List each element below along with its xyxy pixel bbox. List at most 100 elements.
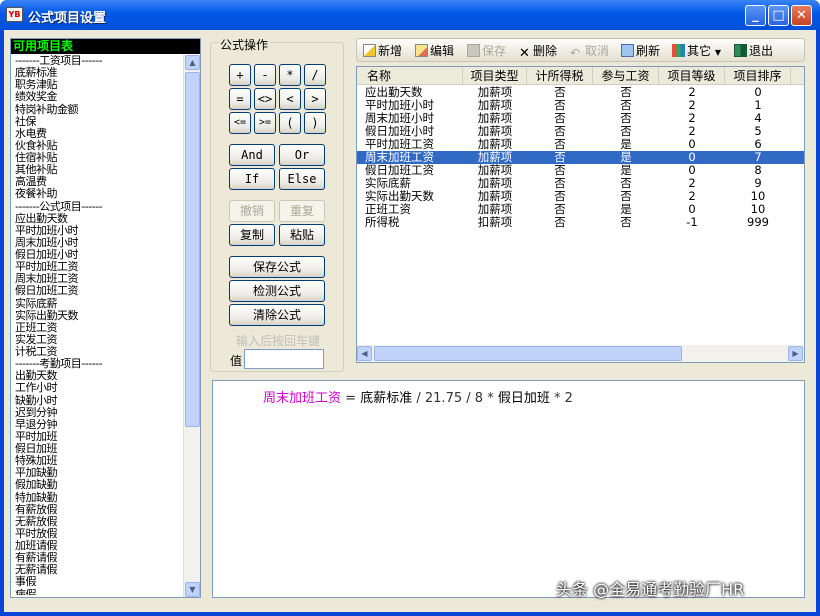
app-icon: YB [6,7,23,22]
op-less-button[interactable]: < [279,88,301,110]
op-rparen-button[interactable]: ) [304,112,326,134]
check-formula-button[interactable]: 检测公式 [229,280,325,302]
value-input[interactable] [244,349,324,369]
edit-label: 编辑 [430,44,455,58]
new-button[interactable]: 新增 [363,43,402,59]
list-item[interactable]: 假加缺勤 [15,479,181,491]
list-item[interactable]: 实际出勤天数 [15,309,181,322]
redo-button[interactable]: 重复 [279,200,325,222]
op-equal-button[interactable]: = [229,88,251,110]
list-item[interactable]: 假日加班工资 [15,285,181,297]
table-cell: -1 [686,215,698,229]
vertical-scrollbar[interactable]: ▲ ▼ [183,55,200,597]
op-notequal-button[interactable]: <> [254,88,276,110]
col-tax-header[interactable]: 计所得税 [527,67,593,85]
chart-icon [672,44,685,57]
formula-op-3: * [487,391,494,406]
else-button[interactable]: Else [279,168,325,190]
list-item[interactable]: 特加缺勤 [15,491,181,504]
op-minus-button[interactable]: - [254,64,276,86]
table-row[interactable]: 所得税 扣薪项 否 否 -1 999 [357,216,804,229]
list-item[interactable]: 病假 [15,588,181,595]
list-item[interactable]: -------公式项目------ [15,200,181,213]
edit-icon [415,44,428,57]
list-item[interactable]: 绩效奖金 [15,91,181,103]
col-salary-header[interactable]: 参与工资 [593,67,659,85]
cancel-button[interactable]: ↶ 取消 [570,43,610,60]
list-item[interactable]: 有薪放假 [15,503,181,516]
refresh-label: 刷新 [636,44,661,58]
maximize-button[interactable]: □ [768,5,789,26]
formula-eq: = [345,391,357,406]
title-bar[interactable]: YB 公式项目设置 _ □ ✕ [0,0,820,30]
chevron-down-icon: ▼ [714,48,721,57]
available-items-list[interactable]: 可用项目表 -------工资项目------ 底薪标准 职务津贴 绩效奖金 特岗补助金… [10,38,201,598]
table-cell: 999 [747,215,769,229]
table-cell: 所得税 [365,215,400,229]
formula-items-table[interactable]: 名称 项目类型 计所得税 参与工资 项目等级 项目排序 应出勤天数 加薪项否否 2 0… [356,66,805,363]
table-row[interactable]: 实际出勤天数 加薪项否否 2 10 [357,190,804,203]
exit-button[interactable]: 退出 [734,43,773,59]
copy-button[interactable]: 复制 [229,224,275,246]
col-level-header[interactable]: 项目等级 [659,67,725,85]
formula-num-1: 21.75 [424,391,463,406]
exit-label: 退出 [749,44,774,58]
op-lparen-button[interactable]: ( [279,112,301,134]
cancel-icon: ↶ [570,46,581,60]
horizontal-scrollbar[interactable]: ◀ ▶ [357,345,804,362]
close-button[interactable]: ✕ [791,5,812,26]
op-plus-button[interactable]: + [229,64,251,86]
table-cell: 扣薪项 [477,215,513,229]
scroll-down-icon[interactable]: ▼ [185,582,200,597]
if-button[interactable]: If [229,168,275,190]
scroll-thumb[interactable] [185,72,200,427]
list-item[interactable]: 事假 [15,576,181,588]
paste-button[interactable]: 粘贴 [279,224,325,246]
list-item[interactable]: 实际底薪 [15,297,181,310]
formula-text[interactable]: 周末加班工资 = 底薪标准 / 21.75 / 8 * 假日加班 * 2 [263,387,573,406]
undo-button[interactable]: 撤销 [229,200,275,222]
items-listbox[interactable]: -------工资项目------ 底薪标准 职务津贴 绩效奖金 特岗补助金额 社保 水电费… [15,55,181,595]
col-type-header[interactable]: 项目类型 [463,67,527,85]
refresh-button[interactable]: 刷新 [621,43,660,59]
clear-formula-button[interactable]: 清除公式 [229,304,325,326]
list-item[interactable]: 应出勤天数 [15,212,181,225]
table-row[interactable]: 正班工资 加薪项否是 0 10 [357,203,804,216]
formula-num-3: 2 [564,391,573,406]
op-lessequal-button[interactable]: <= [229,112,251,134]
hscroll-thumb[interactable] [374,346,682,361]
other-dropdown[interactable]: 其它 ▼ [672,43,721,59]
and-button[interactable]: And [229,144,275,166]
save-button[interactable]: 保存 [467,43,506,59]
formula-editor[interactable]: 周末加班工资 = 底薪标准 / 21.75 / 8 * 假日加班 * 2 [212,380,805,598]
op-divide-button[interactable]: / [304,64,326,86]
edit-button[interactable]: 编辑 [415,43,454,59]
available-items-header: 可用项目表 [11,39,200,54]
refresh-icon [621,44,634,57]
table-row[interactable]: 假日加班工资 加薪项否是 0 8 [357,164,804,177]
op-greaterequal-button[interactable]: >= [254,112,276,134]
list-item[interactable]: 社保 [15,115,181,128]
formula-num-2: 8 [474,391,484,406]
delete-button[interactable]: ✕ 删除 [518,43,558,60]
exit-icon [734,44,747,57]
scroll-right-icon[interactable]: ▶ [788,346,803,361]
list-item[interactable]: 缺勤小时 [15,394,181,407]
save-formula-button[interactable]: 保存公式 [229,256,325,278]
list-item[interactable]: 夜餐补助 [15,188,181,200]
delete-label: 删除 [533,44,558,58]
list-item[interactable]: 迟到分钟 [15,406,181,419]
col-name-header[interactable]: 名称 [357,67,463,85]
list-item[interactable]: 工作小时 [15,382,181,394]
or-button[interactable]: Or [279,144,325,166]
op-greater-button[interactable]: > [304,88,326,110]
op-multiply-button[interactable]: * [279,64,301,86]
scroll-left-icon[interactable]: ◀ [357,346,372,361]
list-item[interactable]: 无薪请假 [15,564,181,576]
col-order-header[interactable]: 项目排序 [725,67,791,85]
list-item[interactable]: 特岗补助金额 [15,103,181,116]
cancel-label: 取消 [585,44,610,58]
scroll-up-icon[interactable]: ▲ [185,55,200,70]
minimize-button[interactable]: _ [745,5,766,26]
save-label: 保存 [482,44,507,58]
